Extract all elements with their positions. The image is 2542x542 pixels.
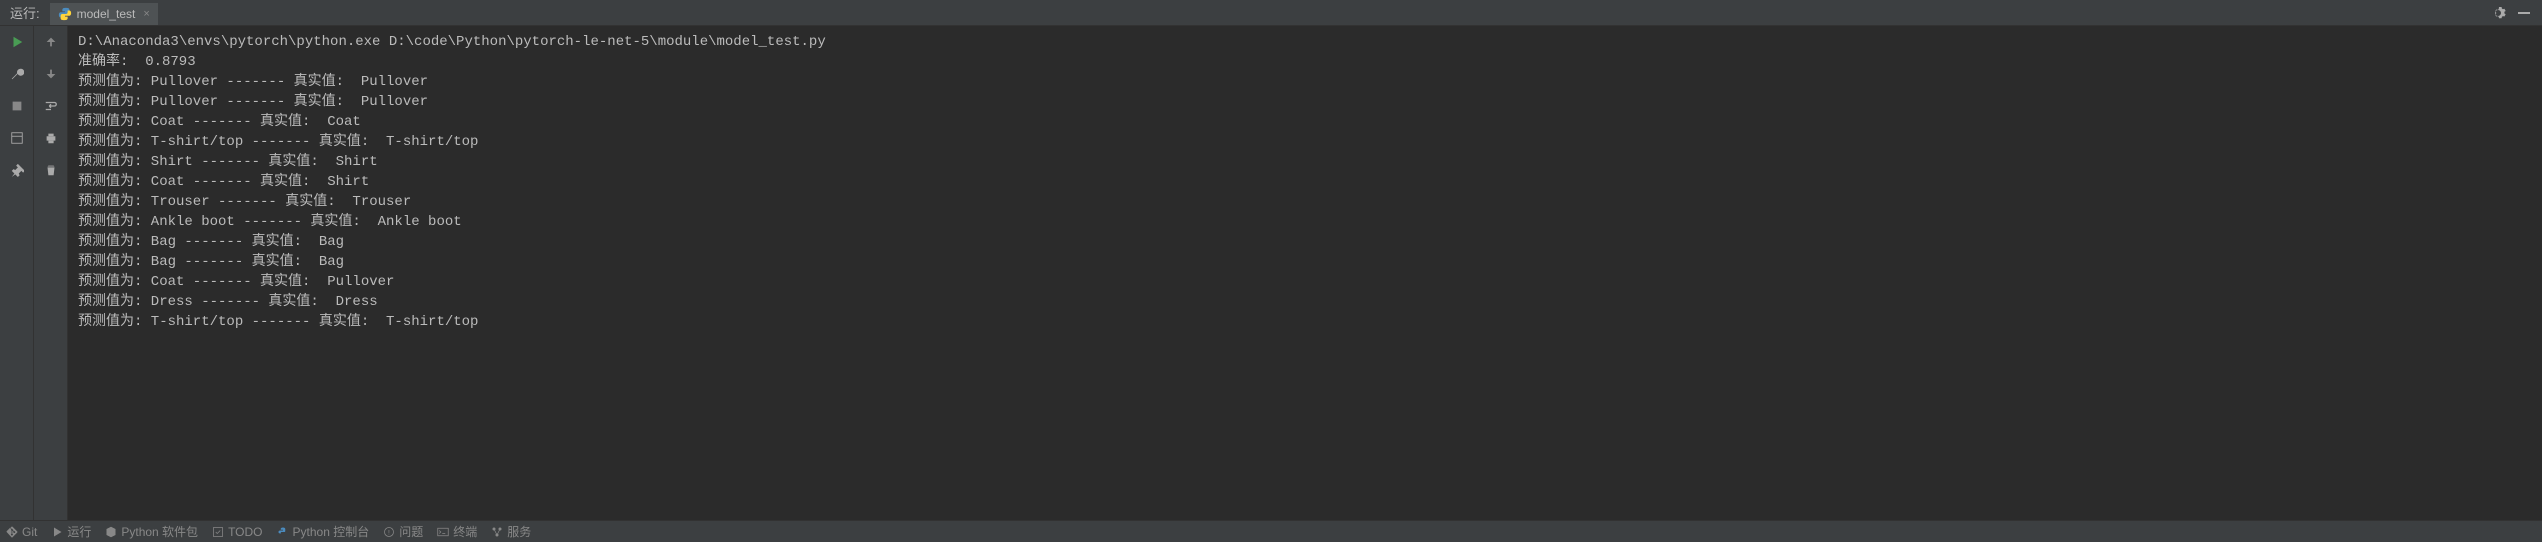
console-line: 预测值为: Ankle boot ------- 真实值: Ankle boot xyxy=(78,212,2532,232)
todo-tab[interactable]: TODO xyxy=(212,525,262,539)
console-line: 预测值为: T-shirt/top ------- 真实值: T-shirt/t… xyxy=(78,312,2532,332)
python-icon xyxy=(58,7,72,21)
run-icon[interactable] xyxy=(7,32,27,52)
console-line: 预测值为: Coat ------- 真实值: Coat xyxy=(78,112,2532,132)
console-line: D:\Anaconda3\envs\pytorch\python.exe D:\… xyxy=(78,32,2532,52)
git-tab[interactable]: Git xyxy=(6,525,37,539)
todo-icon xyxy=(212,526,224,538)
run-bottom-label: 运行 xyxy=(67,523,91,540)
services-label: 服务 xyxy=(507,523,531,540)
soft-wrap-icon[interactable] xyxy=(41,96,61,116)
wrench-icon[interactable] xyxy=(7,64,27,84)
python-console-label: Python 控制台 xyxy=(293,523,370,540)
stop-icon[interactable] xyxy=(7,96,27,116)
console-line: 预测值为: Coat ------- 真实值: Pullover xyxy=(78,272,2532,292)
problems-label: 问题 xyxy=(399,523,423,540)
console-output[interactable]: D:\Anaconda3\envs\pytorch\python.exe D:\… xyxy=(68,26,2542,520)
python-packages-label: Python 软件包 xyxy=(121,523,198,540)
print-icon[interactable] xyxy=(41,128,61,148)
problems-icon: ! xyxy=(383,526,395,538)
console-line: 预测值为: Dress ------- 真实值: Dress xyxy=(78,292,2532,312)
minimize-icon[interactable] xyxy=(2516,5,2532,21)
delete-icon[interactable] xyxy=(41,160,61,180)
python-console-icon xyxy=(277,526,289,538)
package-icon xyxy=(105,526,117,538)
terminal-label: 终端 xyxy=(453,523,477,540)
terminal-icon xyxy=(437,526,449,538)
git-label: Git xyxy=(22,525,37,539)
services-tab[interactable]: 服务 xyxy=(491,523,531,540)
close-tab-icon[interactable]: × xyxy=(143,8,149,20)
console-line: 预测值为: T-shirt/top ------- 真实值: T-shirt/t… xyxy=(78,132,2532,152)
todo-label: TODO xyxy=(228,525,262,539)
pin-icon[interactable] xyxy=(7,160,27,180)
run-bottom-icon xyxy=(51,526,63,538)
up-arrow-icon[interactable] xyxy=(41,32,61,52)
console-line: 预测值为: Pullover ------- 真实值: Pullover xyxy=(78,72,2532,92)
main-area: D:\Anaconda3\envs\pytorch\python.exe D:\… xyxy=(0,26,2542,520)
console-line: 预测值为: Bag ------- 真实值: Bag xyxy=(78,232,2532,252)
run-tab-bottom[interactable]: 运行 xyxy=(51,523,91,540)
services-icon xyxy=(491,526,503,538)
console-line: 预测值为: Coat ------- 真实值: Shirt xyxy=(78,172,2532,192)
left-toolbar xyxy=(0,26,34,520)
console-line: 预测值为: Bag ------- 真实值: Bag xyxy=(78,252,2532,272)
git-icon xyxy=(6,526,18,538)
layout-icon[interactable] xyxy=(7,128,27,148)
run-panel-header: 运行: model_test × xyxy=(0,0,2542,26)
run-tab[interactable]: model_test × xyxy=(50,3,158,25)
console-line: 预测值为: Trouser ------- 真实值: Trouser xyxy=(78,192,2532,212)
terminal-tab[interactable]: 终端 xyxy=(437,523,477,540)
problems-tab[interactable]: ! 问题 xyxy=(383,523,423,540)
python-console-tab[interactable]: Python 控制台 xyxy=(277,523,370,540)
console-line: 准确率: 0.8793 xyxy=(78,52,2532,72)
bottom-toolbar: Git 运行 Python 软件包 TODO Python 控制台 ! 问题 xyxy=(0,520,2542,542)
tab-label: model_test xyxy=(77,7,136,21)
second-toolbar xyxy=(34,26,68,520)
down-arrow-icon[interactable] xyxy=(41,64,61,84)
svg-text:!: ! xyxy=(388,529,390,536)
console-line: 预测值为: Pullover ------- 真实值: Pullover xyxy=(78,92,2532,112)
console-line: 预测值为: Shirt ------- 真实值: Shirt xyxy=(78,152,2532,172)
python-packages-tab[interactable]: Python 软件包 xyxy=(105,523,198,540)
settings-icon[interactable] xyxy=(2490,5,2506,21)
run-label: 运行: xyxy=(0,3,50,22)
